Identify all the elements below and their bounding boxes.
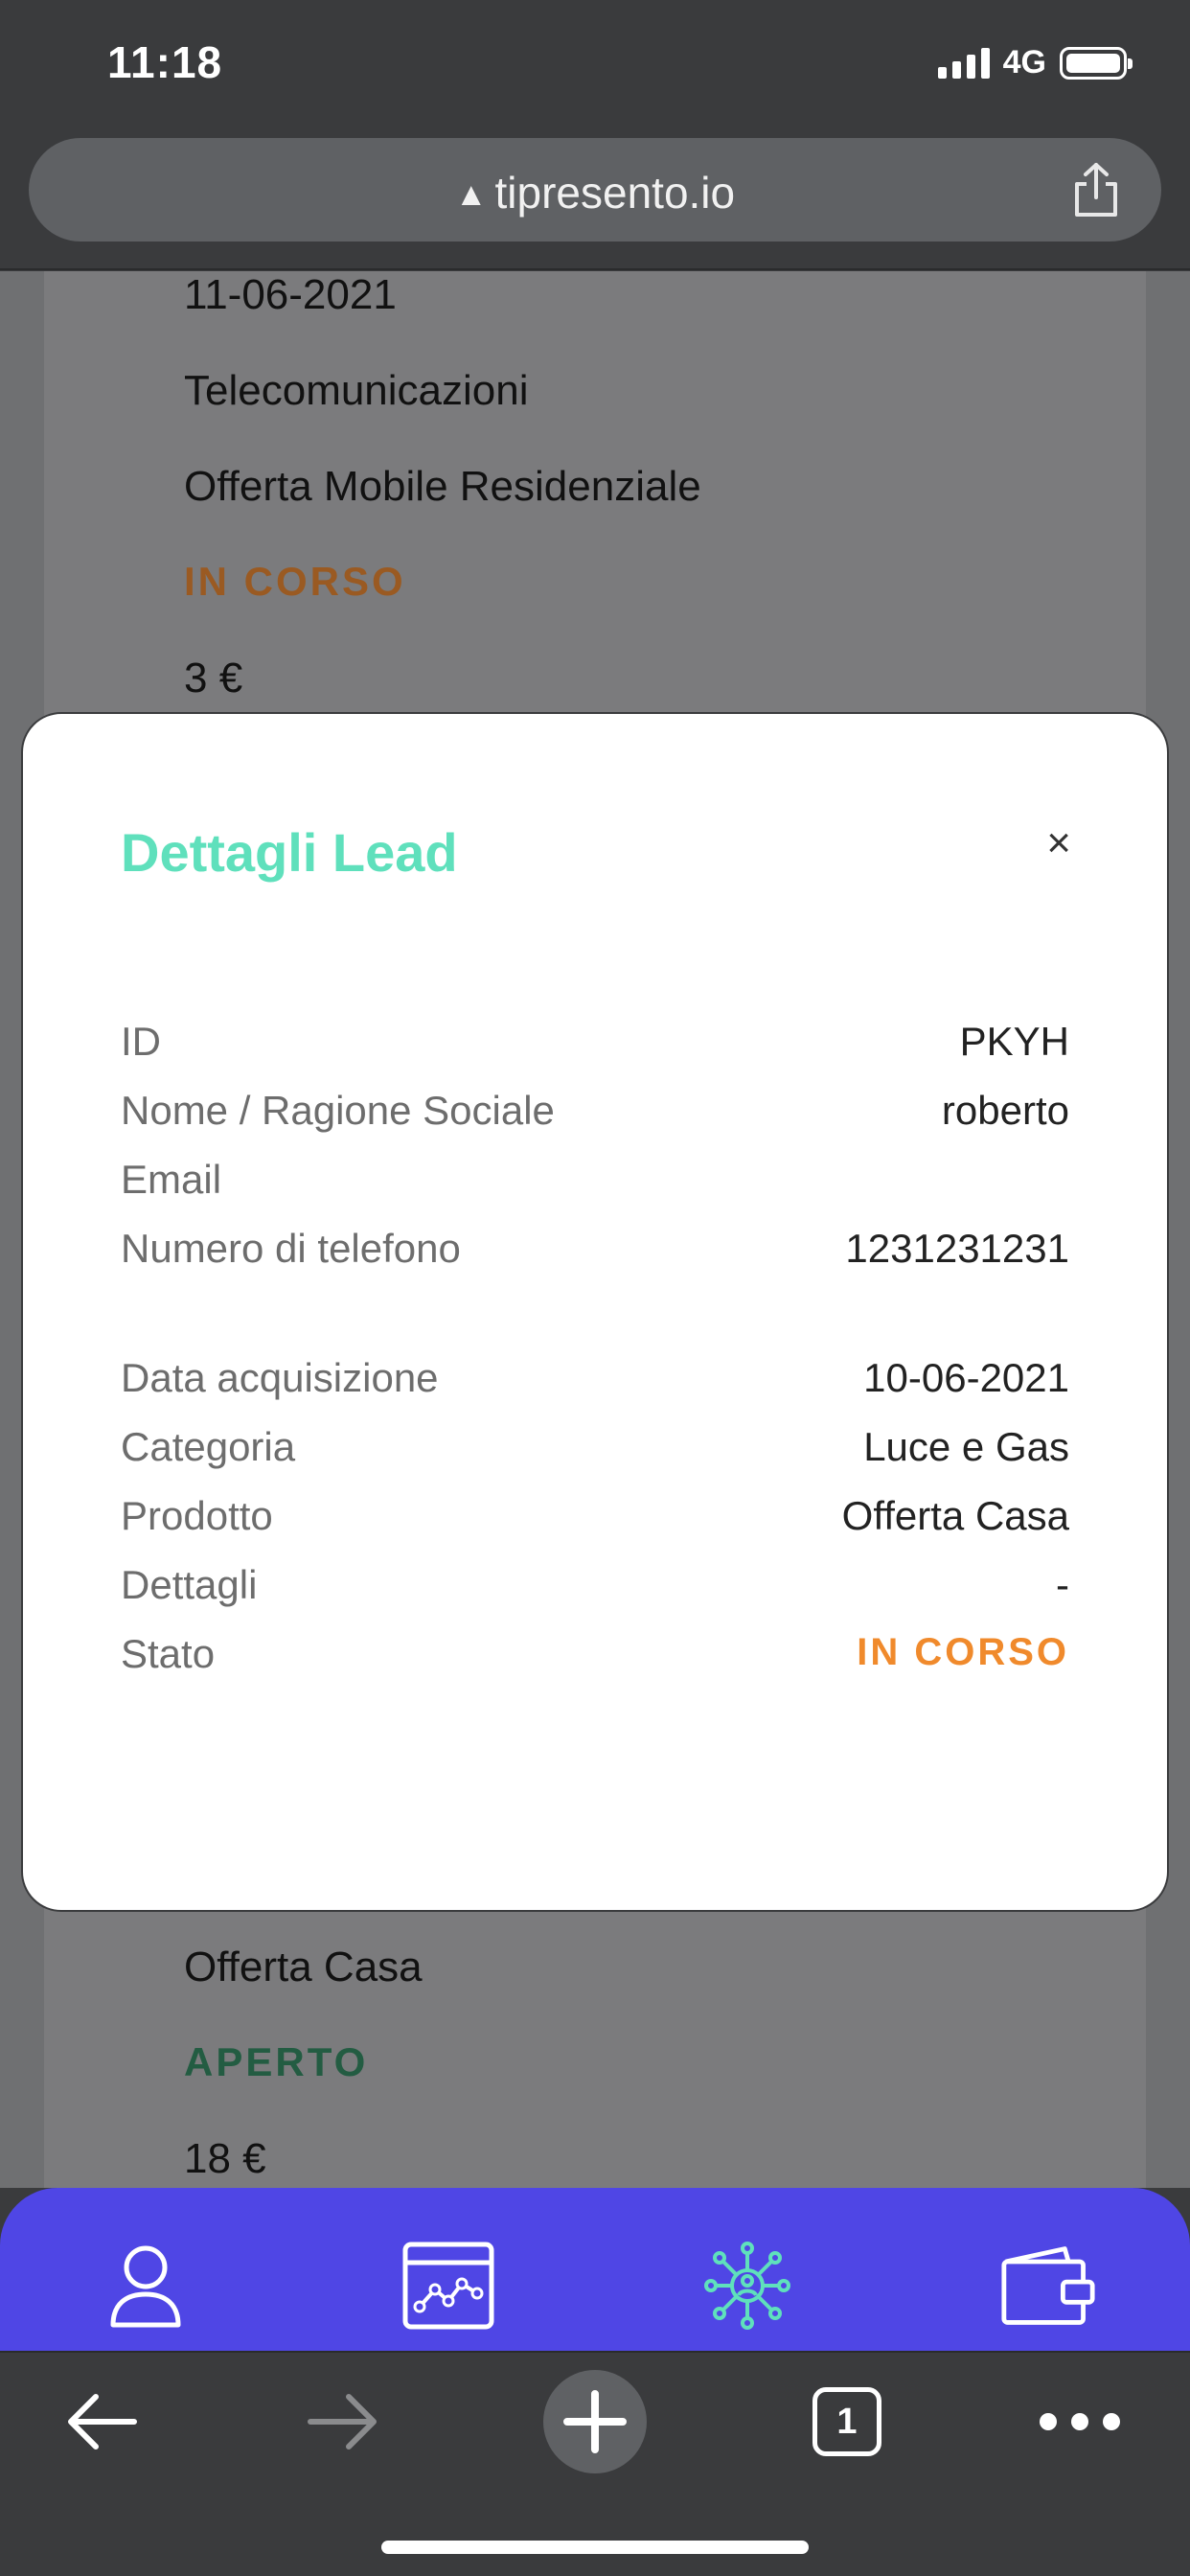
more-button[interactable] (1037, 2368, 1123, 2475)
detail-row-name: Nome / Ragione Sociale roberto (121, 1088, 1069, 1134)
detail-row-status: Stato IN CORSO (121, 1631, 1069, 1677)
status-indicators: 4G (937, 44, 1133, 81)
detail-label: Stato (121, 1631, 216, 1676)
detail-label: Email (121, 1157, 222, 1202)
detail-label: Numero di telefono (121, 1226, 461, 1271)
nav-stats[interactable] (400, 2238, 496, 2334)
lead-product: Offerta Casa (184, 1944, 423, 1990)
nav-wallet[interactable] (1000, 2238, 1096, 2334)
lead-amount: 3 € (184, 655, 243, 702)
modal-title: Dettagli Lead (121, 822, 458, 883)
detail-value: Luce e Gas (863, 1424, 1069, 1469)
status-badge: IN CORSO (857, 1631, 1069, 1673)
detail-value: 10-06-2021 (863, 1355, 1069, 1400)
detail-row-details: Dettagli - (121, 1562, 1069, 1608)
browser-toolbar: 1 (0, 2351, 1190, 2576)
detail-label: Prodotto (121, 1493, 273, 1538)
lead-status-badge: APERTO (184, 2039, 369, 2084)
back-button[interactable] (52, 2368, 151, 2475)
new-tab-button[interactable] (542, 2368, 648, 2475)
detail-value: roberto (941, 1088, 1069, 1133)
lead-category: Telecomunicazioni (184, 367, 529, 414)
network-label: 4G (1002, 44, 1046, 80)
browser-address-area: ▲ tipresento.io (0, 125, 1190, 270)
network-icon (704, 2242, 790, 2330)
more-icon (1040, 2413, 1120, 2430)
share-icon[interactable] (1069, 161, 1123, 218)
home-indicator[interactable] (381, 2541, 809, 2554)
detail-label: Nome / Ragione Sociale (121, 1088, 555, 1133)
close-icon[interactable]: × (1046, 819, 1071, 867)
detail-row-acquisition-date: Data acquisizione 10-06-2021 (121, 1355, 1069, 1401)
lead-status-badge: IN CORSO (184, 559, 406, 604)
detail-label: ID (121, 1019, 161, 1064)
url-text[interactable]: tipresento.io (495, 168, 736, 218)
status-time: 11:18 (107, 37, 223, 87)
app-bottom-nav (0, 2188, 1190, 2351)
chart-icon (402, 2242, 494, 2330)
status-bar: 11:18 4G (0, 0, 1190, 125)
tab-count: 1 (836, 2401, 858, 2442)
arrow-right-icon (308, 2394, 377, 2450)
nav-network[interactable] (699, 2238, 795, 2334)
lead-product: Offerta Mobile Residenziale (184, 463, 701, 510)
detail-label: Data acquisizione (121, 1355, 439, 1400)
detail-value: - (1056, 1562, 1069, 1607)
detail-value: PKYH (959, 1019, 1069, 1064)
detail-label: Categoria (121, 1424, 296, 1469)
nav-profile[interactable] (98, 2238, 194, 2334)
lead-amount: 18 € (184, 2135, 266, 2182)
user-icon (110, 2245, 181, 2328)
address-bar[interactable]: ▲ tipresento.io (29, 138, 1161, 242)
battery-icon (1060, 46, 1133, 80)
lead-details-modal: Dettagli Lead × ID PKYH Nome / Ragione S… (21, 712, 1169, 1912)
tabs-button[interactable]: 1 (811, 2368, 883, 2475)
detail-row-id: ID PKYH (121, 1019, 1069, 1065)
lead-date: 11-06-2021 (184, 271, 397, 318)
detail-value: 1231231231 (845, 1226, 1069, 1271)
detail-row-category: Categoria Luce e Gas (121, 1424, 1069, 1470)
detail-label: Dettagli (121, 1562, 258, 1607)
forward-button[interactable] (293, 2368, 393, 2475)
tabs-icon: 1 (812, 2387, 881, 2456)
detail-row-product: Prodotto Offerta Casa (121, 1493, 1069, 1539)
plus-icon (543, 2370, 647, 2473)
warning-icon: ▲ (454, 176, 488, 213)
detail-row-phone: Numero di telefono 1231231231 (121, 1226, 1069, 1272)
wallet-icon (1001, 2246, 1095, 2325)
signal-icon (937, 47, 990, 79)
address-text-wrap[interactable]: ▲ tipresento.io (29, 167, 1161, 218)
detail-row-email: Email (121, 1157, 1069, 1203)
detail-value: Offerta Casa (841, 1493, 1069, 1538)
arrow-left-icon (68, 2394, 137, 2450)
